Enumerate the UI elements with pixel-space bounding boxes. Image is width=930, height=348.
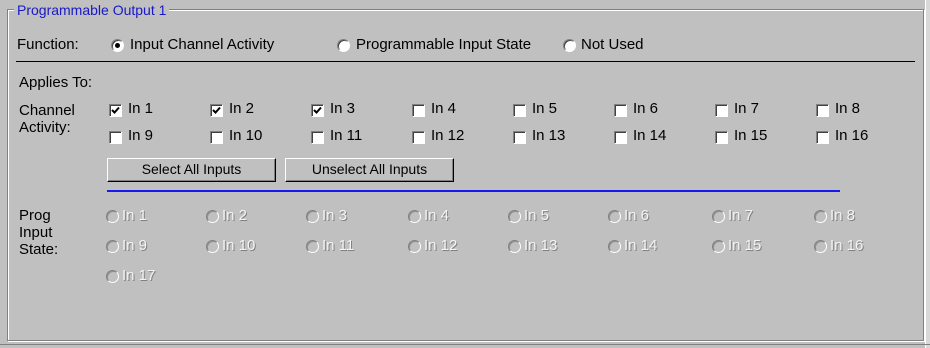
- prog-input-state-radio[interactable]: [712, 210, 725, 223]
- function-radio-programmable-input-state[interactable]: [337, 39, 350, 52]
- prog-input-state-radio-label: In 17: [122, 267, 156, 284]
- prog-input-state-radio[interactable]: [106, 210, 119, 223]
- channel-activity-checkbox[interactable]: [816, 104, 829, 117]
- prog-input-state-radio[interactable]: [608, 210, 621, 223]
- channel-activity-checkbox-label[interactable]: In 4: [431, 100, 456, 117]
- channel-activity-checkbox-label[interactable]: In 9: [128, 127, 153, 144]
- channel-activity-checkbox-label[interactable]: In 12: [431, 127, 464, 144]
- prog-input-state-radio[interactable]: [508, 240, 521, 253]
- prog-input-state-radio-label: In 16: [830, 237, 864, 254]
- group-title: Programmable Output 1: [14, 2, 170, 18]
- prog-input-state-radio[interactable]: [206, 210, 219, 223]
- channel-activity-checkbox[interactable]: [210, 104, 223, 117]
- channel-activity-checkbox-label[interactable]: In 16: [835, 127, 868, 144]
- prog-input-state-label: State:: [19, 241, 59, 258]
- channel-activity-checkbox-label[interactable]: In 10: [229, 127, 262, 144]
- select-all-inputs-label: Select All Inputs: [141, 161, 242, 177]
- prog-input-state-radio-label: In 15: [728, 237, 762, 254]
- channel-activity-checkbox-label[interactable]: In 1: [128, 100, 153, 117]
- channel-activity-checkbox-label[interactable]: In 6: [633, 100, 658, 117]
- function-option-label[interactable]: Not Used: [581, 36, 644, 53]
- prog-input-state-radio[interactable]: [306, 210, 319, 223]
- channel-activity-checkbox[interactable]: [614, 104, 627, 117]
- prog-input-state-radio-label: In 8: [830, 207, 856, 224]
- channel-activity-checkbox-label[interactable]: In 5: [532, 100, 557, 117]
- channel-activity-label: Channel: [19, 102, 75, 119]
- channel-activity-checkbox[interactable]: [412, 104, 425, 117]
- prog-input-state-radio[interactable]: [306, 240, 319, 253]
- function-radio-not-used[interactable]: [563, 39, 576, 52]
- prog-input-state-radio-label: In 6: [624, 207, 650, 224]
- prog-input-state-radio[interactable]: [206, 240, 219, 253]
- channel-activity-checkbox-label[interactable]: In 2: [229, 100, 254, 117]
- channel-activity-checkbox[interactable]: [412, 131, 425, 144]
- function-radio-input-channel-activity[interactable]: [111, 39, 124, 52]
- channel-activity-checkbox[interactable]: [109, 131, 122, 144]
- prog-input-state-radio-label: In 12: [424, 237, 458, 254]
- prog-input-state-radio-label: In 9: [122, 237, 148, 254]
- prog-input-state-radio-label: In 10: [222, 237, 256, 254]
- channel-activity-checkbox-label[interactable]: In 3: [330, 100, 355, 117]
- channel-activity-checkbox[interactable]: [311, 131, 324, 144]
- function-option-label[interactable]: Input Channel Activity: [130, 36, 274, 53]
- prog-input-state-radio[interactable]: [814, 240, 827, 253]
- prog-input-state-radio[interactable]: [608, 240, 621, 253]
- channel-activity-checkbox[interactable]: [513, 104, 526, 117]
- unselect-all-inputs-label: Unselect All Inputs: [311, 161, 428, 177]
- prog-input-state-radio-label: In 1: [122, 207, 148, 224]
- channel-activity-checkbox[interactable]: [109, 104, 122, 117]
- prog-input-state-radio[interactable]: [106, 270, 119, 283]
- channel-activity-checkbox-label[interactable]: In 13: [532, 127, 565, 144]
- window-edge: [925, 0, 930, 348]
- function-label: Function:: [17, 36, 79, 53]
- channel-activity-label: Activity:: [19, 119, 71, 136]
- prog-input-state-radio-label: In 4: [424, 207, 450, 224]
- prog-input-state-radio[interactable]: [508, 210, 521, 223]
- prog-input-state-radio-label: In 3: [322, 207, 348, 224]
- prog-input-state-radio-label: In 5: [524, 207, 550, 224]
- prog-input-state-radio-label: In 7: [728, 207, 754, 224]
- channel-activity-checkbox[interactable]: [210, 131, 223, 144]
- channel-activity-checkbox-label[interactable]: In 8: [835, 100, 860, 117]
- section-separator: [107, 190, 840, 192]
- prog-input-state-radio[interactable]: [814, 210, 827, 223]
- prog-input-state-radio[interactable]: [408, 240, 421, 253]
- prog-input-state-label: Input: [19, 224, 53, 241]
- function-option-label[interactable]: Programmable Input State: [356, 36, 531, 53]
- channel-activity-checkbox[interactable]: [715, 131, 728, 144]
- channel-activity-checkbox-label[interactable]: In 15: [734, 127, 767, 144]
- applies-to-label: Applies To:: [19, 74, 93, 91]
- prog-input-state-radio[interactable]: [712, 240, 725, 253]
- prog-input-state-radio-label: In 13: [524, 237, 558, 254]
- channel-activity-checkbox-label[interactable]: In 11: [330, 127, 362, 144]
- prog-input-state-radio-label: In 14: [624, 237, 658, 254]
- function-separator: [16, 61, 915, 62]
- channel-activity-checkbox[interactable]: [816, 131, 829, 144]
- select-all-inputs-button[interactable]: Select All Inputs: [107, 158, 276, 182]
- channel-activity-checkbox[interactable]: [715, 104, 728, 117]
- channel-activity-checkbox-label[interactable]: In 14: [633, 127, 666, 144]
- channel-activity-checkbox-label[interactable]: In 7: [734, 100, 759, 117]
- channel-activity-checkbox[interactable]: [513, 131, 526, 144]
- channel-activity-checkbox[interactable]: [614, 131, 627, 144]
- prog-input-state-label: Prog: [19, 207, 51, 224]
- prog-input-state-radio-label: In 2: [222, 207, 248, 224]
- prog-input-state-radio-label: In 11: [322, 237, 355, 254]
- channel-activity-checkbox[interactable]: [311, 104, 324, 117]
- unselect-all-inputs-button[interactable]: Unselect All Inputs: [285, 158, 454, 182]
- prog-input-state-radio[interactable]: [408, 210, 421, 223]
- prog-input-state-radio[interactable]: [106, 240, 119, 253]
- bottom-border: [0, 344, 930, 345]
